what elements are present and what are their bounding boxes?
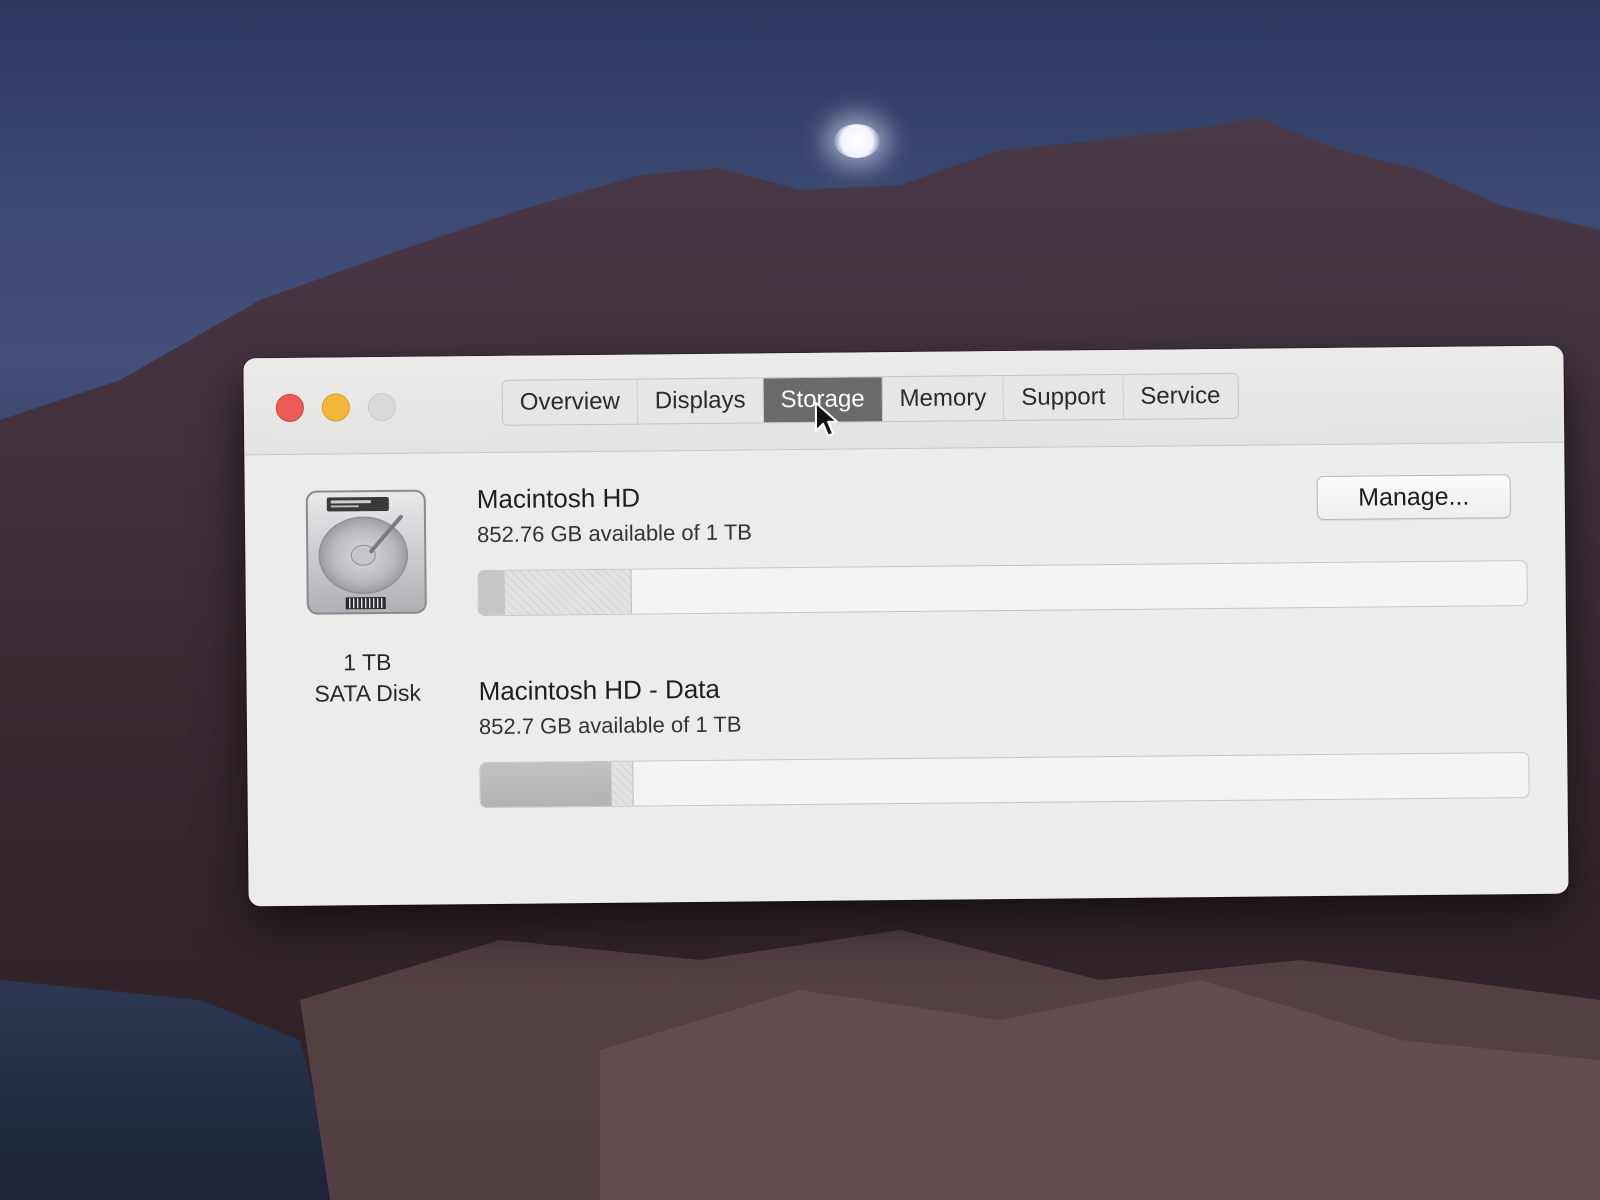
storage-bar: [479, 752, 1530, 809]
tab-displays[interactable]: Displays: [637, 378, 764, 424]
about-this-mac-window: Overview Displays Storage Memory Support…: [243, 345, 1569, 907]
storage-segment-system: [478, 570, 507, 616]
zoom-button: [367, 392, 397, 422]
tab-service[interactable]: Service: [1123, 374, 1237, 419]
disk-size: 1 TB: [343, 648, 392, 676]
close-button[interactable]: [275, 393, 305, 423]
window-titlebar: Overview Displays Storage Memory Support…: [243, 345, 1565, 456]
hard-drive-icon: [305, 489, 427, 615]
moon: [834, 124, 880, 158]
mouse-pointer-icon: [814, 401, 839, 437]
tab-overview[interactable]: Overview: [502, 379, 639, 425]
volume-macintosh-hd-data: Macintosh HD - Data 852.7 GB available o…: [478, 664, 1531, 809]
tab-memory[interactable]: Memory: [882, 376, 1005, 422]
volume-name: Macintosh HD: [476, 482, 641, 515]
volume-name: Macintosh HD - Data: [478, 673, 721, 707]
storage-bar: [477, 560, 1528, 617]
tab-bar: Overview Displays Storage Memory Support…: [501, 372, 1239, 426]
disk-type: SATA Disk: [314, 679, 421, 707]
storage-segment-used: [480, 761, 613, 808]
storage-segment-other: [611, 761, 634, 806]
storage-segment-other: [504, 569, 632, 615]
tab-support[interactable]: Support: [1004, 374, 1124, 421]
disk-caption: 1 TB SATA Disk: [286, 646, 449, 710]
volume-macintosh-hd: Macintosh HD 852.76 GB available of 1 TB: [476, 472, 1530, 617]
desktop-wallpaper: Overview Displays Storage Memory Support…: [0, 0, 1600, 1200]
minimize-button[interactable]: [321, 393, 351, 422]
volume-available: 852.76 GB available of 1 TB: [476, 519, 752, 548]
volume-available: 852.7 GB available of 1 TB: [478, 711, 742, 740]
